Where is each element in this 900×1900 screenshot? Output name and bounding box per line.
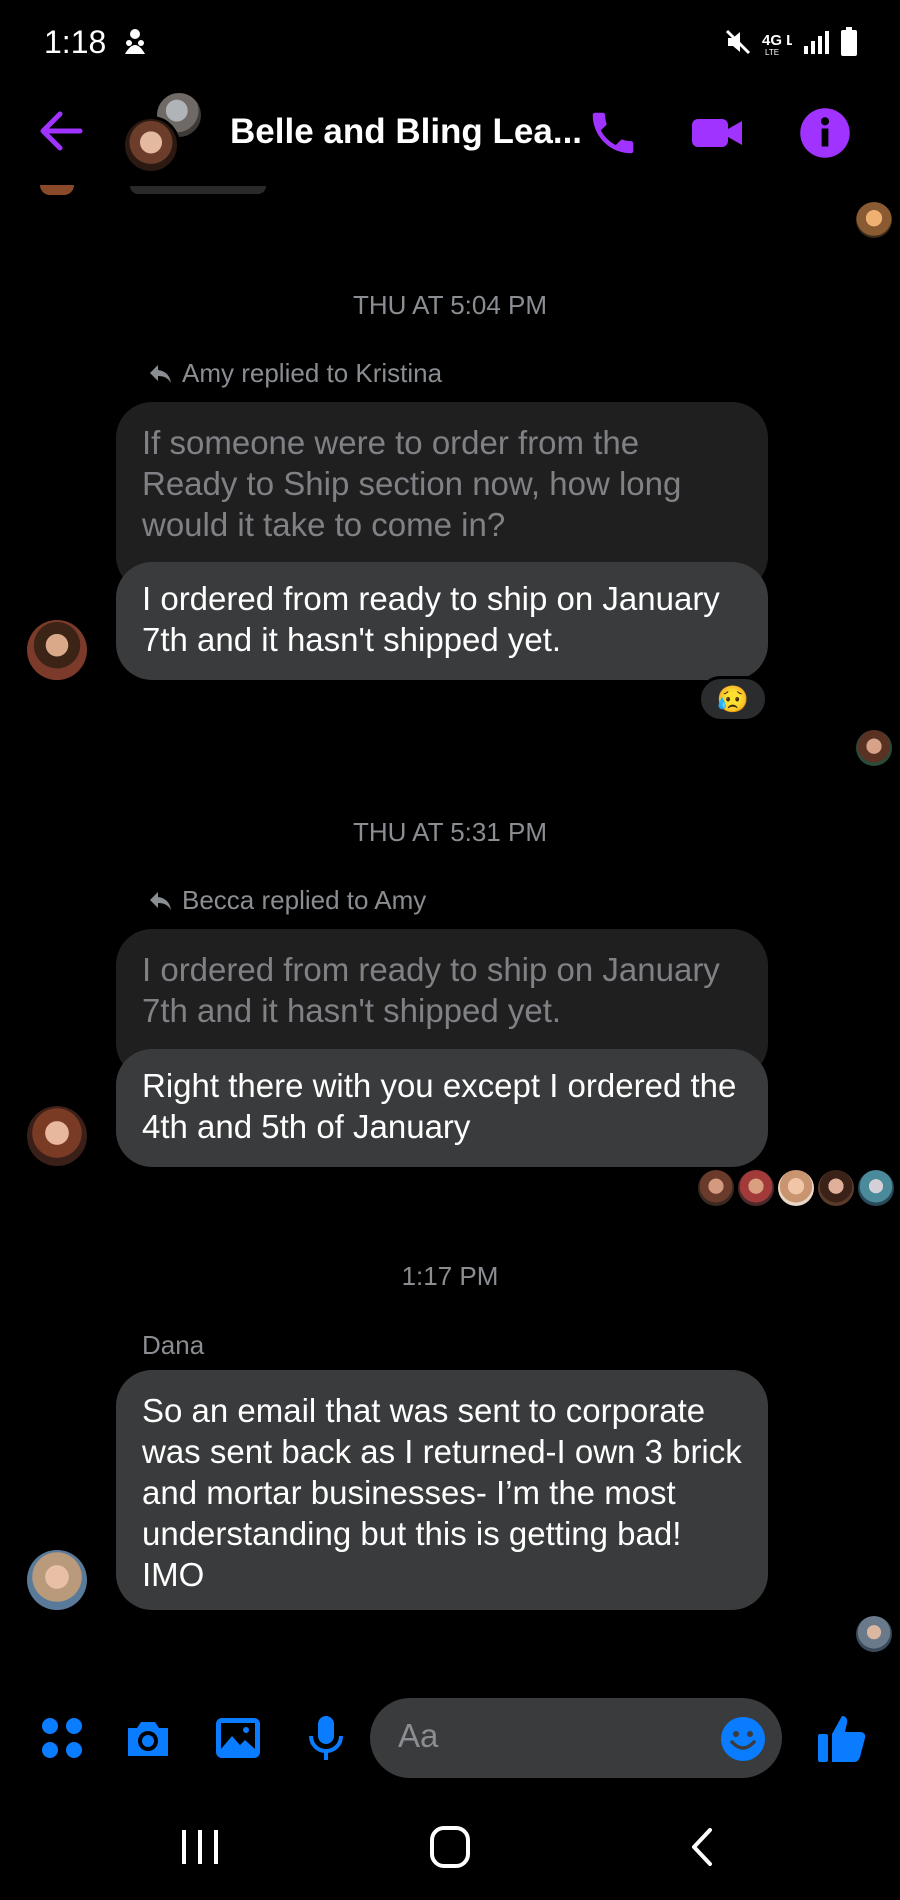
camera-icon [128, 1722, 168, 1756]
voice-call-button[interactable] [586, 106, 640, 160]
grid-icon [42, 1718, 82, 1758]
seen-avatar [818, 1170, 854, 1206]
seen-avatar [856, 1616, 892, 1652]
back-button[interactable] [36, 108, 86, 154]
apps-button[interactable] [36, 1712, 88, 1764]
chat-title[interactable]: Belle and Bling Lea... [230, 112, 582, 152]
reply-note-text: Becca replied to Amy [182, 885, 427, 915]
chevron-left-icon [692, 1828, 712, 1866]
message-bubble[interactable]: I ordered from ready to ship on January … [116, 562, 768, 680]
battery-icon [840, 27, 858, 57]
network-icon: 4G LTELTE [762, 27, 792, 57]
camera-button[interactable] [122, 1712, 174, 1764]
status-icons: 4G LTELTE [724, 24, 858, 60]
svg-text:4G LTE: 4G LTE [762, 32, 792, 49]
seen-avatars [698, 1170, 894, 1208]
sender-avatar[interactable] [27, 620, 87, 680]
signal-icon [802, 28, 830, 56]
message-input-placeholder[interactable]: Aa [398, 1717, 438, 1755]
reply-arrow-icon [150, 891, 171, 910]
microphone-icon [309, 1716, 343, 1760]
thumbs-up-icon [818, 1716, 866, 1762]
reply-note-text: Amy replied to Kristina [182, 358, 443, 388]
seen-avatar [858, 1170, 894, 1206]
image-icon [216, 1718, 260, 1758]
info-button[interactable] [798, 106, 852, 160]
sender-name: Dana [142, 1330, 205, 1360]
status-time: 1:18 [44, 24, 107, 60]
message-bubble[interactable]: Right there with you except I ordered th… [116, 1049, 768, 1167]
recent-apps-icon [182, 1830, 218, 1864]
home-button[interactable] [420, 1822, 480, 1872]
video-camera-icon [692, 119, 742, 147]
system-back-button[interactable] [672, 1822, 732, 1872]
reply-arrow-icon [150, 364, 171, 383]
sad-emoji-icon: 😥 [716, 683, 750, 714]
phone-icon [592, 112, 634, 154]
timestamp: THU AT 5:31 PM [352, 817, 548, 847]
smiley-icon [721, 1717, 765, 1761]
seen-avatar [856, 202, 892, 238]
member-avatar [122, 116, 180, 174]
cropped-avatar [40, 185, 74, 195]
mute-icon [724, 28, 752, 56]
reaction-badge[interactable]: 😥 [698, 676, 768, 722]
home-icon [430, 1826, 470, 1868]
message-bubble[interactable]: So an email that was sent to corporate w… [116, 1370, 768, 1610]
timestamp: THU AT 5:04 PM [352, 290, 548, 320]
emoji-button[interactable] [720, 1716, 766, 1762]
seen-avatar [738, 1170, 774, 1206]
gallery-button[interactable] [212, 1712, 264, 1764]
seen-avatar [778, 1170, 814, 1206]
voice-clip-button[interactable] [300, 1712, 352, 1764]
reply-indicator: Becca replied to Amy [148, 885, 426, 916]
svg-text:LTE: LTE [765, 48, 779, 57]
info-icon [800, 108, 850, 158]
reply-indicator: Amy replied to Kristina [148, 358, 442, 389]
sender-avatar[interactable] [27, 1550, 87, 1610]
status-notification-icon [120, 26, 150, 58]
like-button[interactable] [816, 1712, 868, 1764]
cropped-bubble [130, 186, 266, 194]
seen-avatar [698, 1170, 734, 1206]
video-call-button[interactable] [690, 106, 746, 160]
group-avatar[interactable] [118, 90, 208, 180]
recent-apps-button[interactable] [170, 1822, 230, 1872]
back-arrow-icon [40, 111, 83, 151]
timestamp: 1:17 PM [401, 1261, 499, 1291]
sender-avatar[interactable] [27, 1106, 87, 1166]
seen-avatar [856, 730, 892, 766]
